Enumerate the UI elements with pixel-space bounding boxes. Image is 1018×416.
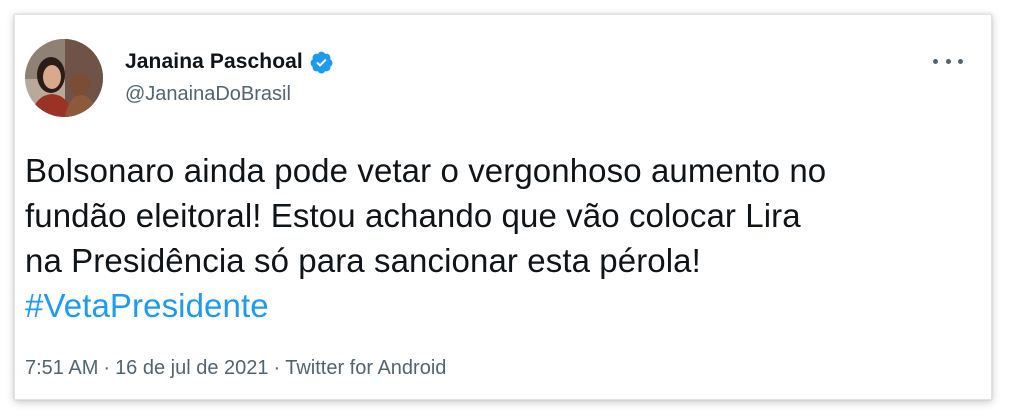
author-handle[interactable]: @JanainaDoBrasil — [125, 83, 291, 106]
tweet-text-line: fundão eleitoral! Estou achando que vão … — [25, 197, 801, 234]
more-dot — [933, 58, 938, 64]
meta-separator: · — [103, 357, 111, 379]
tweet-source[interactable]: Twitter for Android — [285, 357, 446, 379]
tweet-date[interactable]: 16 de jul de 2021 — [115, 357, 268, 379]
tweet-card: Janaina Paschoal @JanainaDoBrasil Bolson… — [14, 14, 992, 400]
tweet-text: Bolsonaro ainda pode vetar o vergonhoso … — [25, 148, 985, 328]
more-dot — [945, 58, 951, 64]
more-dot — [958, 58, 963, 64]
more-options-icon[interactable] — [933, 51, 963, 71]
hashtag-link[interactable]: #VetaPresidente — [25, 283, 985, 328]
tweet-text-line: Bolsonaro ainda pode vetar o vergonhoso … — [25, 152, 827, 189]
page: Janaina Paschoal @JanainaDoBrasil Bolson… — [0, 0, 1018, 416]
verified-badge-icon — [309, 50, 334, 75]
author-name-row: Janaina Paschoal — [125, 49, 334, 75]
profile-photo-icon — [25, 39, 103, 117]
tweet-metadata: 7:51 AM · 16 de jul de 2021 · Twitter for An… — [25, 357, 446, 380]
avatar[interactable] — [25, 39, 103, 117]
author-display-name[interactable]: Janaina Paschoal — [125, 50, 303, 74]
tweet-text-line: na Presidência só para sancionar esta pé… — [25, 242, 701, 279]
tweet-time[interactable]: 7:51 AM — [25, 357, 98, 379]
meta-separator: · — [273, 357, 281, 379]
